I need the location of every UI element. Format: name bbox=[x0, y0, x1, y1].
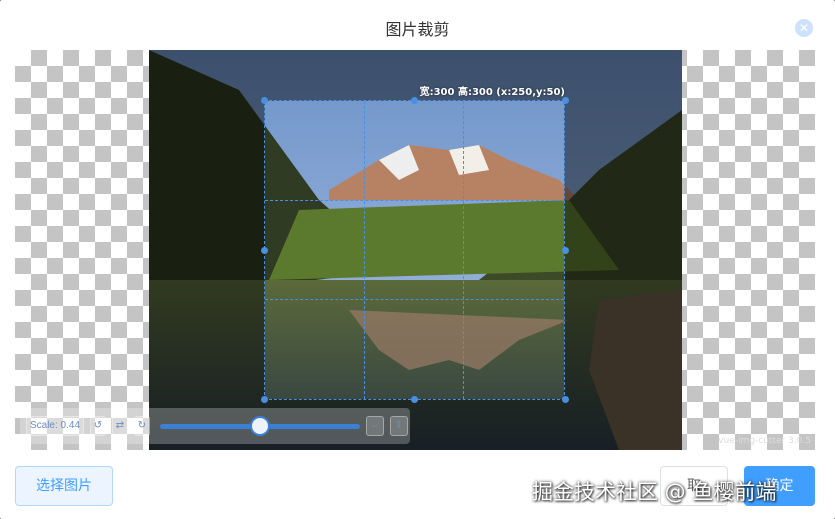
crop-box[interactable] bbox=[264, 100, 565, 400]
resize-handle-w[interactable] bbox=[261, 247, 268, 254]
scale-label: Scale: 0.44 bbox=[26, 416, 84, 436]
flip-icon[interactable]: ⇄ bbox=[112, 416, 128, 436]
resize-handle-nw[interactable] bbox=[261, 97, 268, 104]
close-icon[interactable]: ✕ bbox=[795, 19, 813, 37]
crop-stage[interactable]: 宽:300 高:300 (x:250,y:50) vue-img-cutter … bbox=[15, 50, 815, 450]
rotate-right-icon[interactable]: ↻ bbox=[134, 416, 150, 436]
resize-handle-s[interactable] bbox=[411, 396, 418, 403]
grid-line bbox=[265, 200, 564, 201]
fit-height-icon[interactable]: ⇕ bbox=[390, 416, 408, 436]
grid-line bbox=[364, 101, 365, 399]
dialog-header: 图片裁剪 ✕ bbox=[0, 0, 835, 50]
scale-slider-thumb[interactable] bbox=[250, 416, 270, 436]
crop-dialog: 图片裁剪 ✕ 宽:300 高:300 (x:250,y:50) vue-img-… bbox=[0, 0, 835, 519]
resize-handle-se[interactable] bbox=[562, 396, 569, 403]
dialog-title: 图片裁剪 bbox=[385, 20, 450, 39]
cropper-toolbar: Scale: 0.44 ↺ ⇄ ↻ ⇔ ⇕ bbox=[20, 408, 410, 444]
crop-size-label: 宽:300 高:300 (x:250,y:50) bbox=[419, 87, 565, 98]
select-image-button[interactable]: 选择图片 bbox=[15, 466, 113, 506]
resize-handle-ne[interactable] bbox=[562, 97, 569, 104]
site-watermark: 掘金技术社区 @ 鱼樱前端 bbox=[532, 480, 777, 504]
fit-width-icon[interactable]: ⇔ bbox=[366, 416, 384, 436]
rotate-left-icon[interactable]: ↺ bbox=[90, 416, 106, 436]
grid-line bbox=[463, 101, 464, 399]
resize-handle-n[interactable] bbox=[411, 97, 418, 104]
resize-handle-sw[interactable] bbox=[261, 396, 268, 403]
grid-line bbox=[265, 299, 564, 300]
version-watermark: vue-img-cutter 3.0.5 bbox=[718, 436, 811, 446]
resize-handle-e[interactable] bbox=[562, 247, 569, 254]
